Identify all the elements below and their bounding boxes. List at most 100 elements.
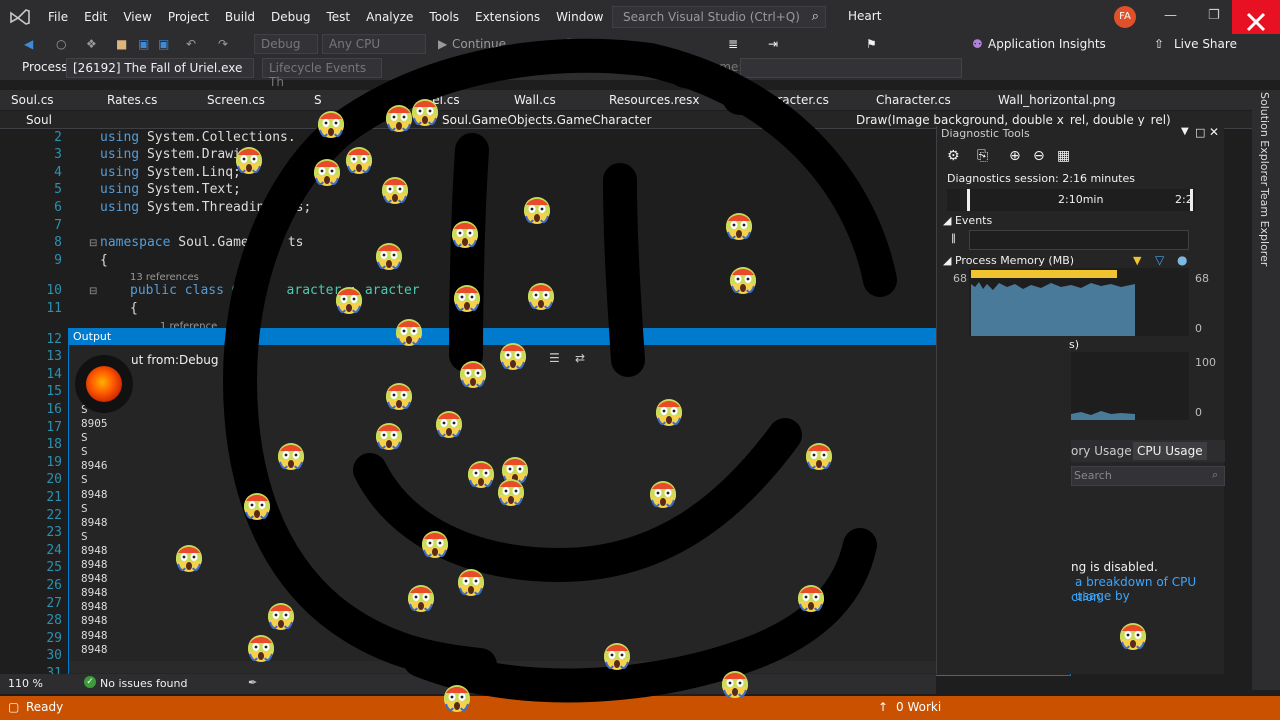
new-project-icon[interactable]: ❖ [86,37,97,51]
solution-explorer-tab[interactable]: Solution Explorer [1258,92,1271,186]
menu-file[interactable]: File [40,0,76,34]
bookmark-icon[interactable]: ⚑ [866,37,877,51]
output-horizontal-scrollbar[interactable] [69,661,1059,673]
tab-cpu-usage[interactable]: CPU Usage [1133,442,1207,460]
avatar[interactable]: FA [1114,6,1136,28]
events-section-header[interactable]: ◢ Events [943,214,992,227]
snapshot-icon[interactable]: ▦ [1057,148,1070,164]
output-title-bar[interactable]: Output ▼ □ ✕ [69,329,1070,345]
issues-status[interactable]: No issues found [100,677,187,690]
tab-soul-cs[interactable]: Soul.cs [11,93,54,107]
redo-icon[interactable]: ↷ [218,37,228,51]
member-dropdown[interactable]: Draw(Image background, double x_rel, dou… [856,113,1171,127]
tab-wall-horizontal-png[interactable]: Wall_horizontal.png [998,93,1116,107]
save-icon[interactable]: ▣ [138,37,149,51]
restart-icon[interactable]: ↻ [610,37,620,51]
hot-reload-icon[interactable]: ≣ [728,37,738,51]
restore-icon[interactable]: ❐ [1208,8,1220,23]
back-icon[interactable]: ◀ [24,37,33,51]
menu-test[interactable]: Test [318,0,358,34]
collapse-icon[interactable]: ⊟ [89,238,97,249]
live-share-button[interactable]: Live Share [1174,37,1237,51]
tab-rates-cs[interactable]: Rates.cs [107,93,157,107]
memory-axis-max-left: 68 [953,272,967,285]
platform-dropdown[interactable]: Any CPU [322,34,426,54]
output-line: 8948 [81,515,108,529]
codelens-references[interactable]: 13 references [130,269,199,284]
publish-icon[interactable]: ↑ [878,700,888,714]
word-wrap-icon[interactable]: ⇄ [575,351,585,365]
line-number: 9 [54,253,62,268]
line-number: 18 [46,437,62,452]
settings-gear-icon[interactable]: ⚙ [947,148,960,164]
output-source-dropdown[interactable]: Debug [179,353,218,367]
menu-extensions[interactable]: Extensions [467,0,548,34]
type-dropdown[interactable]: Soul.GameObjects.GameCharacter [442,113,652,127]
pause-events-icon[interactable]: ‖ [951,233,956,244]
search-icon: ⌕ [1212,468,1219,481]
memory-graph[interactable] [969,268,1189,336]
team-explorer-tab[interactable]: Team Explorer [1258,188,1271,266]
cpu-breakdown-link-continued[interactable]: ction. [1071,590,1104,604]
tab-s[interactable]: S [314,93,322,107]
menu-view[interactable]: View [115,0,159,34]
tab-character-cs[interactable]: Character.cs [876,93,951,107]
project-dropdown[interactable]: Soul [26,113,52,127]
menu-edit[interactable]: Edit [76,0,115,34]
minimize-icon[interactable]: — [1164,8,1177,23]
snapshot-marker-icon: ▽ [1155,253,1165,267]
configuration-dropdown[interactable]: Debug [254,34,318,54]
menu-project[interactable]: Project [160,0,217,34]
cpu-graph[interactable] [1071,352,1189,420]
zoom-in-icon[interactable]: ⊕ [1009,148,1021,164]
zoom-level-dropdown[interactable]: 110 % [8,677,43,690]
application-insights-button[interactable]: Application Insights [988,37,1106,51]
lifecycle-events-dropdown[interactable]: Lifecycle Events Th [262,58,382,89]
process-dropdown[interactable]: [26192] The Fall of Uriel.exe [66,58,254,78]
step-icon[interactable]: ⇥ [768,37,778,51]
zoom-out-icon[interactable]: ⊖ [1033,148,1045,164]
undo-icon[interactable]: ↶ [186,37,196,51]
menu-window[interactable]: Window [548,0,611,34]
output-line: S [81,529,88,543]
tab-resources-resx[interactable]: Resources.resx [609,93,700,107]
timeline-marker [1190,189,1193,211]
events-track[interactable] [969,230,1189,250]
save-all-icon[interactable]: ▣ [158,37,169,51]
code-line: public class G aracter : aracter [130,283,420,298]
menu-analyze[interactable]: Analyze [358,0,421,34]
session-timeline[interactable]: 2:10min 2:2 [947,189,1195,211]
tab-game-character-cs[interactable]: aracter.cs [770,93,829,107]
continue-icon[interactable]: ▶ [438,37,447,51]
dropdown-icon[interactable]: ▼ [1181,126,1189,137]
diagnostic-search-input[interactable]: Search ⌕ [1071,466,1225,486]
collapse-icon[interactable]: ⊟ [89,286,97,297]
forward-icon[interactable]: ○ [56,37,66,51]
maximize-icon[interactable]: □ [1195,126,1205,139]
line-number: 12 [46,332,62,347]
select-tools-icon[interactable]: ⎘ [977,148,988,164]
code-cleanup-icon[interactable]: ✒ [248,676,257,689]
tab-memory-usage[interactable]: ory Usage [1071,444,1132,458]
close-icon[interactable]: ✕ [1209,125,1219,139]
output-line: 8948 [81,600,108,614]
menu-tools[interactable]: Tools [421,0,467,34]
search-input[interactable]: Search Visual Studio (Ctrl+Q) ⌕ [612,6,826,28]
frame-dropdown[interactable] [740,58,962,78]
menu-debug[interactable]: Debug [263,0,318,34]
background-tasks-status[interactable]: 0 Worki [896,700,941,714]
memory-axis-zero-right: 0 [1195,322,1202,335]
open-folder-icon[interactable]: ■ [116,37,127,51]
line-number: 26 [46,578,62,593]
tab-wall-cs[interactable]: Wall.cs [514,93,556,107]
output-text[interactable]: S 8905 S S 8946 S 8948 S 8948 S 8948 894… [81,403,108,657]
continue-button[interactable]: Continue [452,37,506,51]
clear-all-icon[interactable]: ☰ [549,351,560,365]
line-number: 13 [46,349,62,364]
tab-screen-cs[interactable]: Screen.cs [207,93,265,107]
menu-build[interactable]: Build [217,0,263,34]
pause-icon[interactable]: ‖ [566,37,572,51]
show-output-from-label: ut from: [131,353,180,367]
process-memory-header[interactable]: ◢ Process Memory (MB) [943,254,1074,267]
tab-uriel-cs[interactable]: riel.cs [424,93,460,107]
